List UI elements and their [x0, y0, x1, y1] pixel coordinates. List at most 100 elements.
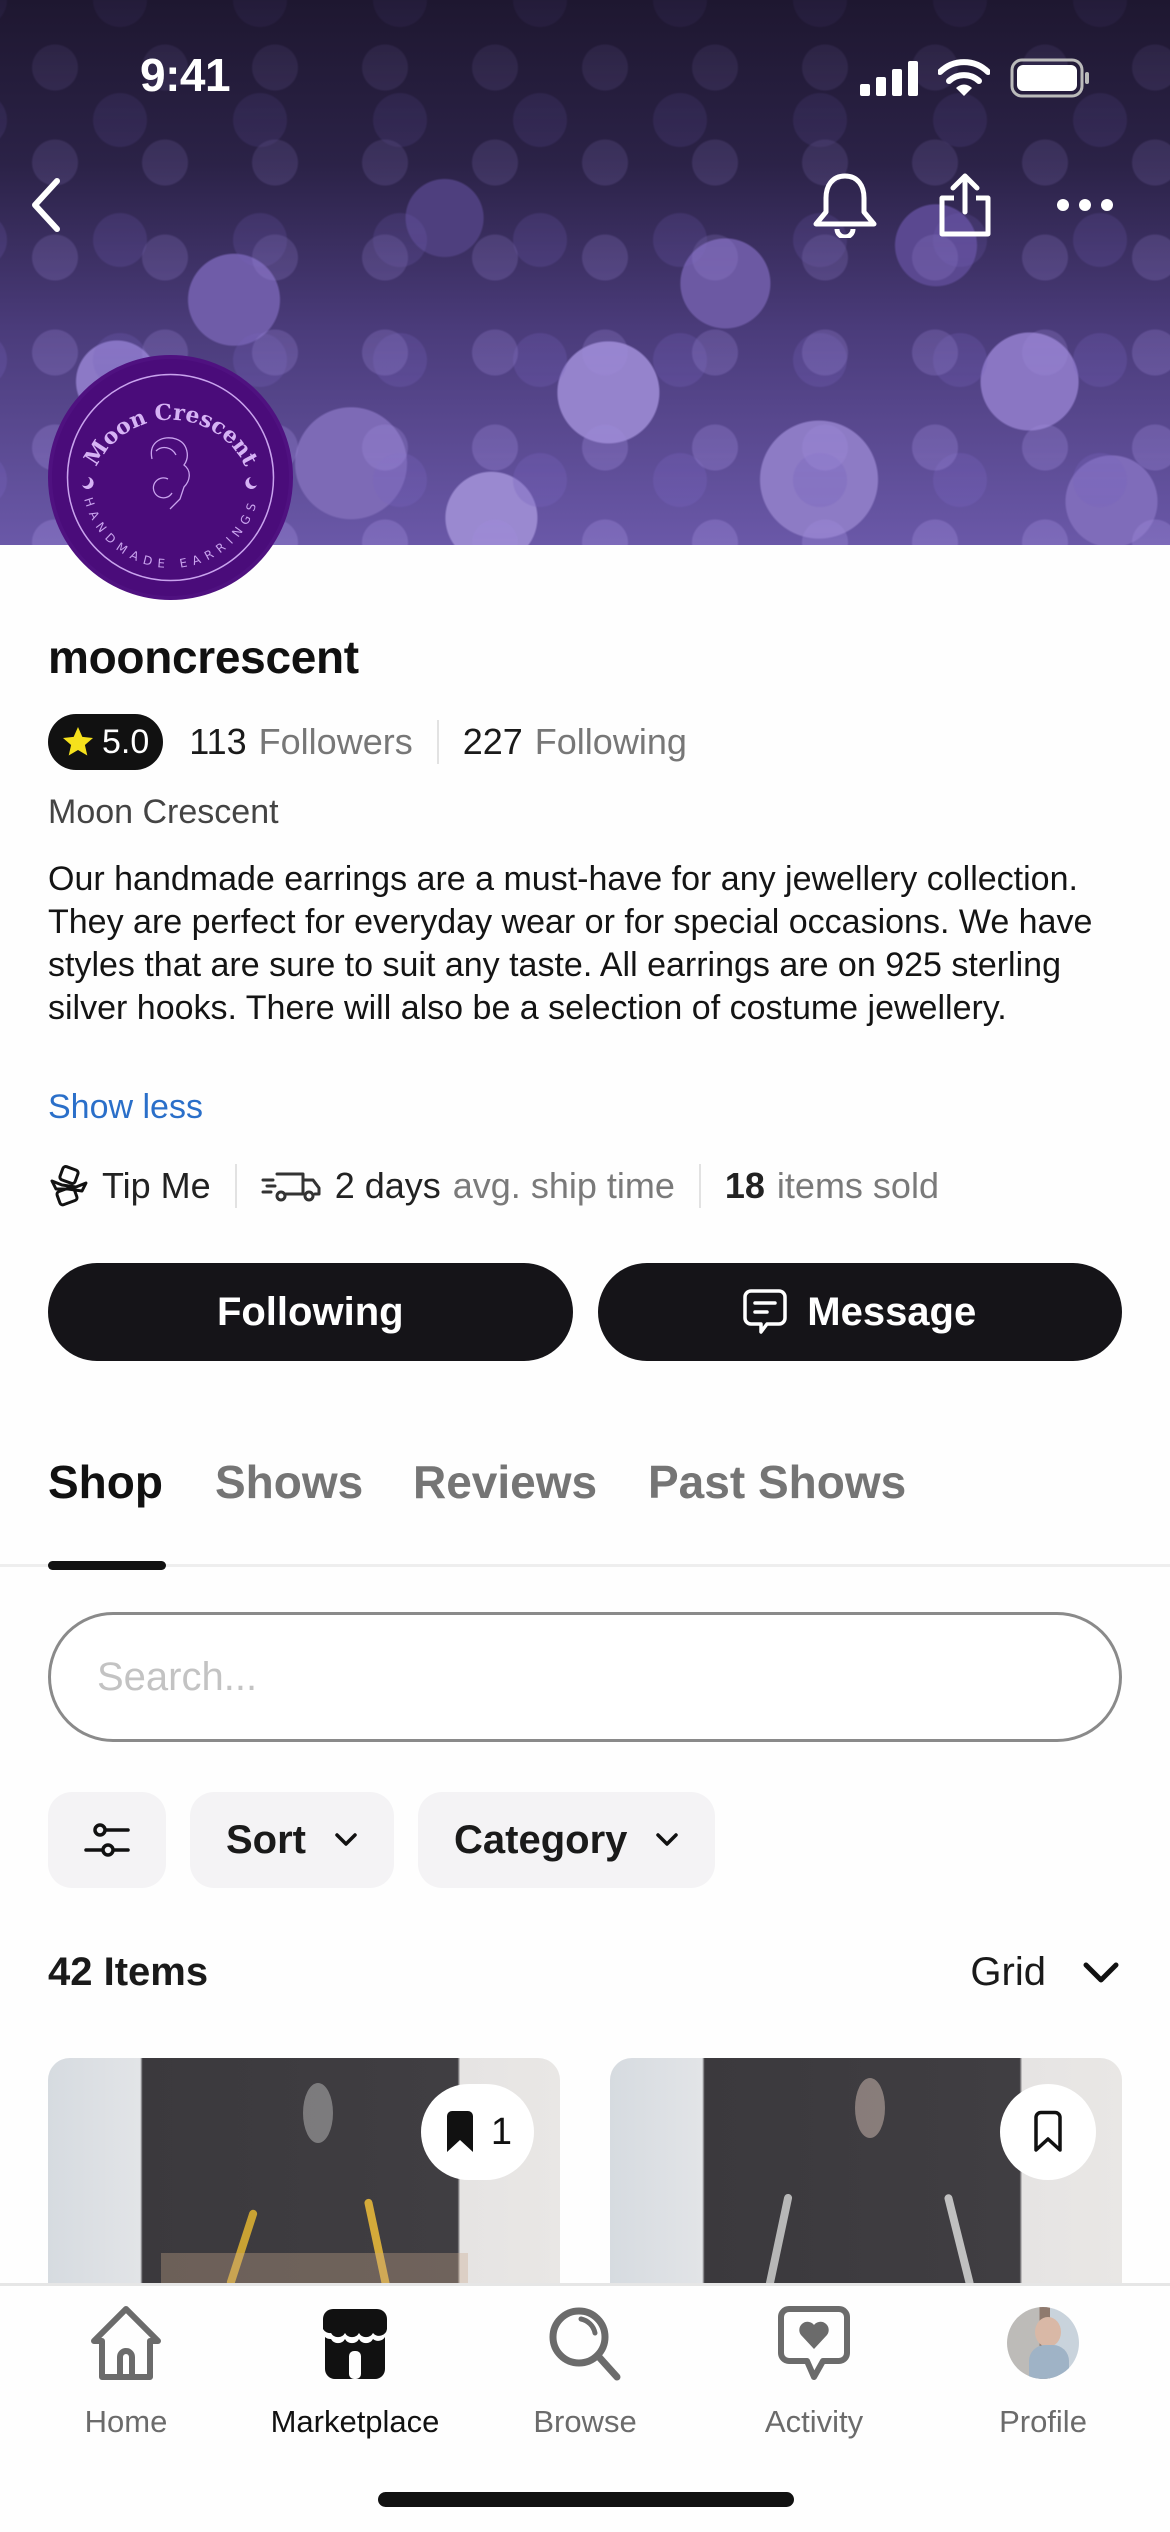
profile-stats: 5.0 113 Followers 227 Following — [48, 714, 687, 770]
nav-activity[interactable]: Activity — [714, 2298, 914, 2440]
bookmark-filled-icon — [446, 2111, 473, 2152]
nav-profile-label: Profile — [999, 2404, 1087, 2439]
nav-activity-label: Activity — [764, 2404, 864, 2439]
hanger-hole — [303, 2083, 333, 2143]
status-icons — [860, 58, 1090, 98]
nav-browse-label: Browse — [533, 2404, 637, 2439]
message-button[interactable]: Message — [597, 1263, 1122, 1361]
sort-dropdown[interactable]: Sort — [190, 1792, 394, 1888]
items-sold: 18 items sold — [725, 1165, 939, 1207]
chat-bubble-icon — [743, 1289, 787, 1334]
rating-badge[interactable]: 5.0 — [48, 714, 164, 770]
product-card[interactable]: 1 — [48, 2058, 560, 2288]
tab-reviews[interactable]: Reviews — [413, 1455, 597, 1509]
save-button[interactable]: 1 — [420, 2084, 534, 2180]
more-icon — [1057, 199, 1113, 211]
svg-text:Moon Crescent: Moon Crescent — [79, 399, 264, 471]
ship-time: 2 days avg. ship time — [261, 1165, 675, 1207]
shop-meta: Tip Me 2 days avg. ship time 18 items so… — [48, 1160, 939, 1212]
shop-search — [48, 1612, 1122, 1742]
shop-tabs: Shop Shows Reviews Past Shows — [0, 1455, 1170, 1567]
chevron-down-icon — [656, 1833, 679, 1846]
filter-button[interactable] — [48, 1792, 166, 1888]
search-icon — [549, 2307, 621, 2381]
nav-home-label: Home — [84, 2404, 168, 2439]
divider — [436, 720, 439, 764]
profile-actions: Following Message — [48, 1263, 1122, 1361]
nav-browse[interactable]: Browse — [485, 2298, 685, 2440]
battery-icon — [1010, 58, 1089, 98]
tab-shows[interactable]: Shows — [215, 1455, 363, 1509]
divider — [234, 1164, 237, 1208]
earring-hook — [943, 2193, 975, 2288]
active-tab-indicator — [48, 1561, 166, 1570]
home-icon — [91, 2306, 161, 2380]
bookmark-outline-icon — [1034, 2110, 1062, 2152]
tip-money-icon — [50, 1165, 88, 1207]
cellular-signal-icon — [860, 61, 918, 96]
earring-hook — [225, 2208, 259, 2288]
moon-crescent-logo: Moon Crescent HANDMADE EARRINGS — [66, 373, 275, 582]
shop-username: mooncrescent — [48, 631, 359, 683]
view-mode-dropdown[interactable]: Grid — [970, 1950, 1120, 1995]
more-options-button[interactable] — [1050, 170, 1120, 240]
share-button[interactable] — [930, 170, 1000, 240]
items-count: 42 Items — [48, 1950, 209, 1994]
star-icon — [63, 727, 93, 756]
tip-me-label: Tip Me — [102, 1165, 211, 1206]
fast-delivery-truck-icon — [261, 1172, 321, 1202]
activity-heart-icon — [778, 2306, 850, 2380]
following-button[interactable]: Following — [48, 1263, 573, 1361]
ship-time-value: 2 days — [334, 1165, 441, 1206]
filter-bar: Sort Category — [48, 1792, 716, 1888]
storefront-icon — [323, 2309, 387, 2379]
earring-hook — [765, 2193, 793, 2288]
nav-marketplace-label: Marketplace — [270, 2404, 440, 2439]
ship-time-label: avg. ship time — [452, 1165, 675, 1206]
shop-display-name: Moon Crescent — [48, 793, 279, 831]
shop-bio: Our handmade earrings are a must-have fo… — [48, 860, 1093, 1027]
followers-count: 113 — [189, 721, 247, 762]
rating-value: 5.0 — [102, 722, 150, 761]
notifications-button[interactable] — [810, 170, 880, 240]
back-button[interactable] — [10, 170, 80, 240]
items-sold-value: 18 — [724, 1165, 765, 1206]
nav-home[interactable]: Home — [26, 2298, 226, 2440]
home-indicator — [378, 2492, 794, 2507]
chevron-down-icon — [335, 1833, 357, 1846]
tab-past-shows[interactable]: Past Shows — [648, 1455, 906, 1509]
hanger-hole — [855, 2078, 885, 2138]
sort-label: Sort — [226, 1817, 306, 1862]
tip-me-button[interactable]: Tip Me — [48, 1165, 211, 1207]
wifi-icon — [938, 59, 990, 96]
view-mode-label: Grid — [970, 1950, 1046, 1994]
show-less-link[interactable]: Show less — [48, 1088, 203, 1127]
following-label: Following — [534, 721, 687, 762]
save-button[interactable] — [1000, 2084, 1096, 2180]
shop-avatar[interactable]: Moon Crescent HANDMADE EARRINGS — [48, 355, 293, 600]
nav-marketplace[interactable]: Marketplace — [255, 2298, 455, 2440]
search-input[interactable] — [51, 1615, 1119, 1739]
tab-shop[interactable]: Shop — [48, 1455, 163, 1509]
message-button-label: Message — [807, 1289, 977, 1334]
category-label: Category — [454, 1817, 628, 1862]
bell-icon — [813, 173, 877, 238]
followers-link[interactable]: 113 Followers — [189, 721, 412, 763]
save-count: 1 — [490, 2110, 512, 2153]
nav-profile[interactable]: Profile — [943, 2298, 1143, 2440]
profile-avatar — [1007, 2307, 1079, 2379]
status-time: 9:41 — [140, 49, 231, 101]
category-dropdown[interactable]: Category — [418, 1792, 716, 1888]
items-sold-label: items sold — [776, 1165, 939, 1206]
followers-label: Followers — [258, 721, 413, 762]
share-icon — [939, 173, 991, 237]
following-count: 227 — [462, 721, 523, 762]
divider — [698, 1164, 701, 1208]
chevron-down-icon — [1083, 1962, 1119, 1982]
following-link[interactable]: 227 Following — [463, 721, 687, 763]
following-button-label: Following — [216, 1289, 404, 1334]
chevron-left-icon — [32, 178, 60, 232]
earring-hook — [363, 2198, 391, 2288]
product-card[interactable] — [610, 2058, 1122, 2288]
product-grid: 1 — [48, 2058, 1122, 2288]
